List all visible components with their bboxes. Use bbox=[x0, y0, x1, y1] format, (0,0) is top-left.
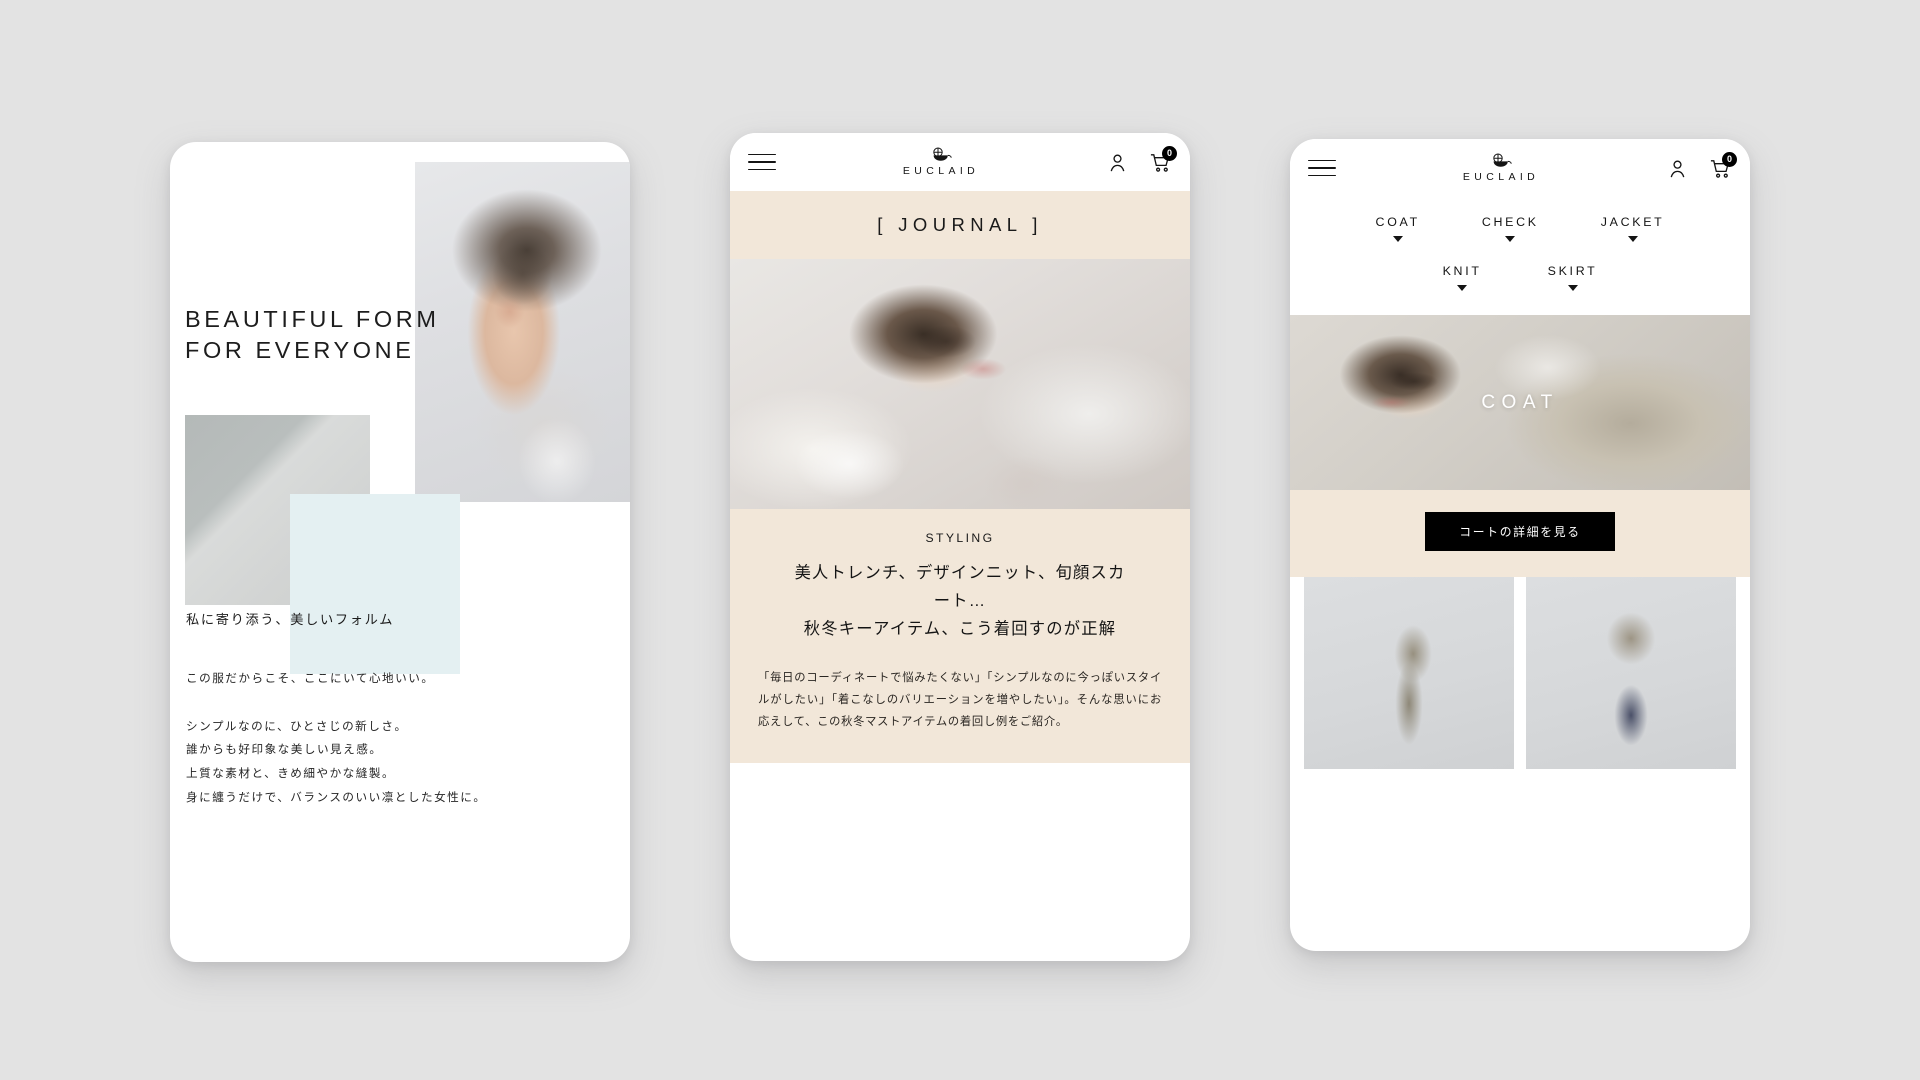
brand-lead-text: 私に寄り添う、美しいフォルム bbox=[186, 612, 395, 627]
page-title: BEAUTIFUL FORM FOR EVERYONE bbox=[185, 306, 440, 364]
category-item-jacket[interactable]: JACKET bbox=[1601, 215, 1665, 242]
app-header: EUCLAID 0 bbox=[1290, 139, 1750, 197]
euclaid-circle-mark bbox=[933, 147, 952, 161]
category-nav: COAT CHECK JACKET KNIT SKIRT bbox=[1290, 197, 1750, 315]
chevron-down-icon bbox=[1392, 236, 1403, 242]
brand-logo[interactable]: EUCLAID bbox=[776, 147, 1106, 177]
mint-color-block bbox=[290, 494, 460, 674]
journal-title: 美人トレンチ、デザインニット、旬顔スカ ート… 秋冬キーアイテム、こう着回すのが… bbox=[794, 564, 1126, 639]
cart-count-badge: 0 bbox=[1722, 151, 1737, 167]
brand-body-text: この服だからこそ、ここにいて心地いい。 シンプルなのに、ひとさじの新しさ。 誰か… bbox=[186, 672, 487, 804]
journal-description: 「毎日のコーディネートで悩みたくない」「シンプルなのに今っぽいスタイルがしたい」… bbox=[758, 672, 1162, 729]
phone-mockup-brand: BEAUTIFUL FORM FOR EVERYONE 私に寄り添う、美しいフォ… bbox=[170, 142, 630, 962]
category-item-check[interactable]: CHECK bbox=[1482, 215, 1539, 242]
category-nav-row-2: KNIT SKIRT bbox=[1310, 264, 1730, 291]
chevron-down-icon bbox=[1457, 285, 1468, 291]
euclaid-circle-mark bbox=[1493, 153, 1512, 167]
cta-band: コートの詳細を見る bbox=[1290, 490, 1750, 577]
category-label: COAT bbox=[1375, 215, 1420, 229]
category-item-knit[interactable]: KNIT bbox=[1443, 264, 1482, 291]
product-thumbnail-grid bbox=[1290, 577, 1750, 769]
brand-name: EUCLAID bbox=[1462, 171, 1540, 183]
journal-banner-label: [ JOURNAL ] bbox=[877, 214, 1043, 235]
styling-kicker: STYLING bbox=[925, 531, 995, 545]
product-thumbnail[interactable] bbox=[1526, 577, 1736, 769]
journal-content: STYLING 美人トレンチ、デザインニット、旬顔スカ ート… 秋冬キーアイテム… bbox=[730, 509, 1190, 764]
category-label: SKIRT bbox=[1547, 264, 1598, 278]
category-label: CHECK bbox=[1481, 215, 1539, 229]
category-item-skirt[interactable]: SKIRT bbox=[1548, 264, 1598, 291]
category-label: JACKET bbox=[1600, 215, 1665, 229]
brand-portrait-image bbox=[415, 162, 630, 502]
category-hero-label: COAT bbox=[1481, 391, 1559, 413]
mockup-stage: BEAUTIFUL FORM FOR EVERYONE 私に寄り添う、美しいフォ… bbox=[0, 0, 1920, 1080]
app-header: EUCLAID 0 bbox=[730, 133, 1190, 191]
brand-name: EUCLAID bbox=[902, 165, 980, 177]
category-nav-row-1: COAT CHECK JACKET bbox=[1310, 215, 1730, 242]
chevron-down-icon bbox=[1567, 285, 1578, 291]
shopping-cart-icon[interactable]: 0 bbox=[1709, 151, 1737, 180]
phone-mockup-category: EUCLAID 0 COAT CHECK JACKET KNIT SKIRT C… bbox=[1290, 139, 1750, 951]
shopping-cart-icon[interactable]: 0 bbox=[1149, 145, 1177, 174]
brand-logo[interactable]: EUCLAID bbox=[1336, 153, 1666, 183]
chevron-down-icon bbox=[1627, 236, 1638, 242]
category-label: KNIT bbox=[1442, 264, 1482, 278]
hamburger-icon[interactable] bbox=[748, 153, 776, 171]
phone-mockup-journal: EUCLAID 0 [ JOURNAL ] STYLING 美人トレンチ、デザイ… bbox=[730, 133, 1190, 961]
chevron-down-icon bbox=[1505, 236, 1516, 242]
hamburger-icon[interactable] bbox=[1308, 159, 1336, 177]
person-icon[interactable] bbox=[1666, 157, 1689, 180]
header-icons: 0 bbox=[1666, 151, 1737, 180]
cart-count-badge: 0 bbox=[1162, 145, 1177, 161]
person-icon[interactable] bbox=[1106, 151, 1129, 174]
journal-hero-image bbox=[730, 259, 1190, 509]
product-thumbnail[interactable] bbox=[1304, 577, 1514, 769]
journal-banner: [ JOURNAL ] bbox=[730, 191, 1190, 259]
category-item-coat[interactable]: COAT bbox=[1376, 215, 1420, 242]
category-hero-image: COAT bbox=[1290, 315, 1750, 490]
view-coat-details-button[interactable]: コートの詳細を見る bbox=[1425, 512, 1615, 551]
header-icons: 0 bbox=[1106, 145, 1177, 174]
